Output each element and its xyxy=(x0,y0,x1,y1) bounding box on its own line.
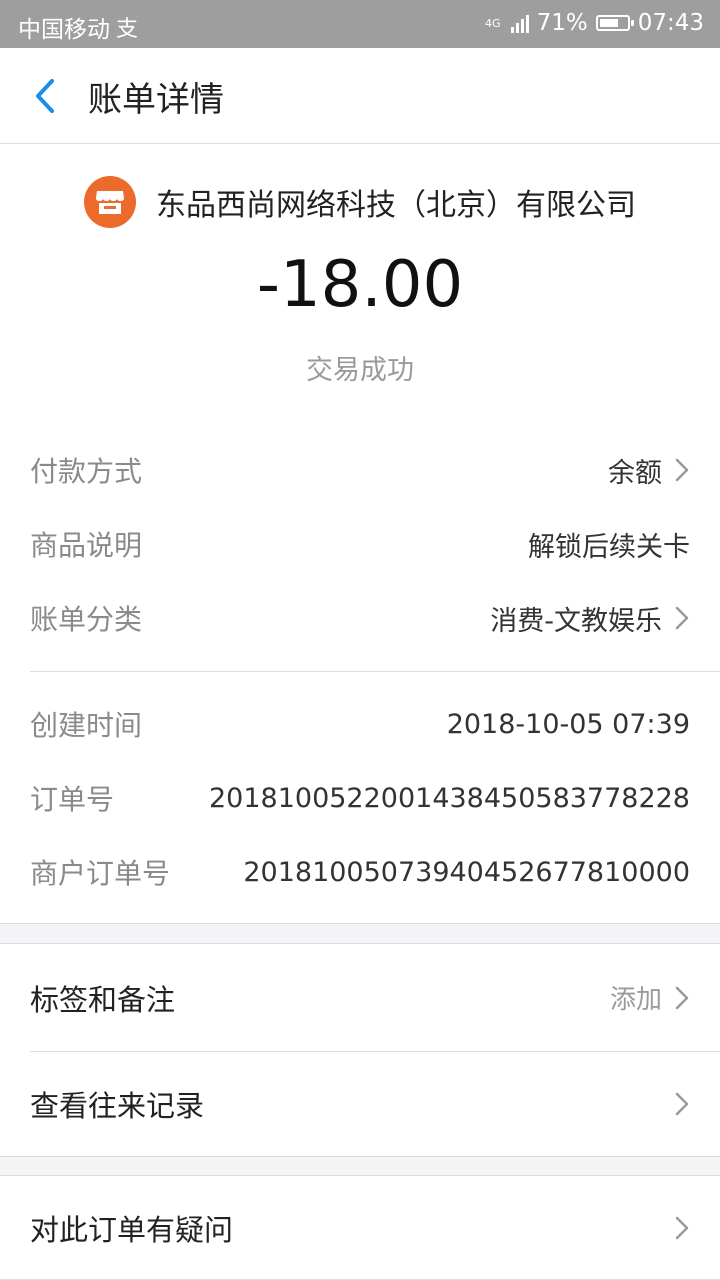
merchant: 东品西尚网络科技（北京）有限公司 xyxy=(0,174,720,230)
divider xyxy=(30,671,720,672)
order-number-row: 订单号 2018100522001438450583778228 xyxy=(30,768,690,828)
network-type: 4G xyxy=(485,16,501,30)
created-time-value: 2018-10-05 07:39 xyxy=(446,708,690,740)
merchant-name: 东品西尚网络科技（北京）有限公司 xyxy=(156,188,636,223)
carrier-label: 中国移动 xyxy=(18,17,110,43)
battery-percent: 71% xyxy=(536,10,588,36)
payment-method-value: 余额 xyxy=(608,457,662,489)
view-history-label: 查看往来记录 xyxy=(30,1089,205,1123)
created-time-row: 创建时间 2018-10-05 07:39 xyxy=(30,694,690,754)
page-title: 账单详情 xyxy=(88,80,224,120)
signal-icon xyxy=(510,13,529,33)
bill-category-value: 消费-文教娱乐 xyxy=(490,605,662,637)
chevron-right-icon xyxy=(675,986,689,1009)
status-bar: 中国移动 支 4G 71% 07:43 xyxy=(0,0,720,48)
clock: 07:43 xyxy=(637,10,704,36)
chevron-right-icon xyxy=(675,1092,689,1116)
question-section: 对此订单有疑问 xyxy=(0,1175,720,1280)
title-bar: 账单详情 xyxy=(0,48,720,144)
product-description-label: 商品说明 xyxy=(30,529,143,562)
view-history-row[interactable]: 查看往来记录 xyxy=(30,1052,690,1156)
transaction-amount: -18.00 xyxy=(256,248,464,322)
tags-notes-row[interactable]: 标签和备注 添加 xyxy=(30,944,690,1051)
payment-method-label: 付款方式 xyxy=(30,455,143,488)
chevron-right-icon xyxy=(675,1216,689,1240)
chevron-right-icon xyxy=(675,458,689,482)
created-time-label: 创建时间 xyxy=(30,709,143,742)
shop-icon xyxy=(84,176,136,228)
tags-notes-label: 标签和备注 xyxy=(30,982,176,1017)
order-question-row[interactable]: 对此订单有疑问 xyxy=(30,1176,690,1280)
bill-category-label: 账单分类 xyxy=(30,603,143,636)
payment-method-row[interactable]: 付款方式 余额 xyxy=(30,440,690,500)
order-number-value: 2018100522001438450583778228 xyxy=(209,782,690,814)
back-arrow-icon[interactable] xyxy=(28,76,64,116)
product-description-value: 解锁后续关卡 xyxy=(528,531,690,563)
bill-category-row[interactable]: 账单分类 消费-文教娱乐 xyxy=(30,588,690,648)
alipay-notification-icon: 支 xyxy=(116,17,139,42)
transaction-status: 交易成功 xyxy=(306,355,414,386)
chevron-right-icon xyxy=(675,606,689,630)
merchant-order-number-label: 商户订单号 xyxy=(30,857,171,890)
product-description-row: 商品说明 解锁后续关卡 xyxy=(30,514,690,574)
actions-section: 标签和备注 添加 查看往来记录 xyxy=(0,943,720,1157)
order-question-label: 对此订单有疑问 xyxy=(30,1213,234,1247)
battery-icon xyxy=(595,15,634,31)
order-number-label: 订单号 xyxy=(30,783,115,816)
merchant-order-number-value: 20181005073940452677810000 xyxy=(243,856,690,888)
bill-card: 东品西尚网络科技（北京）有限公司 -18.00 交易成功 付款方式 余额 商品说… xyxy=(0,144,720,924)
merchant-order-number-row: 商户订单号 20181005073940452677810000 xyxy=(30,842,690,902)
add-tag-hint: 添加 xyxy=(609,985,662,1015)
